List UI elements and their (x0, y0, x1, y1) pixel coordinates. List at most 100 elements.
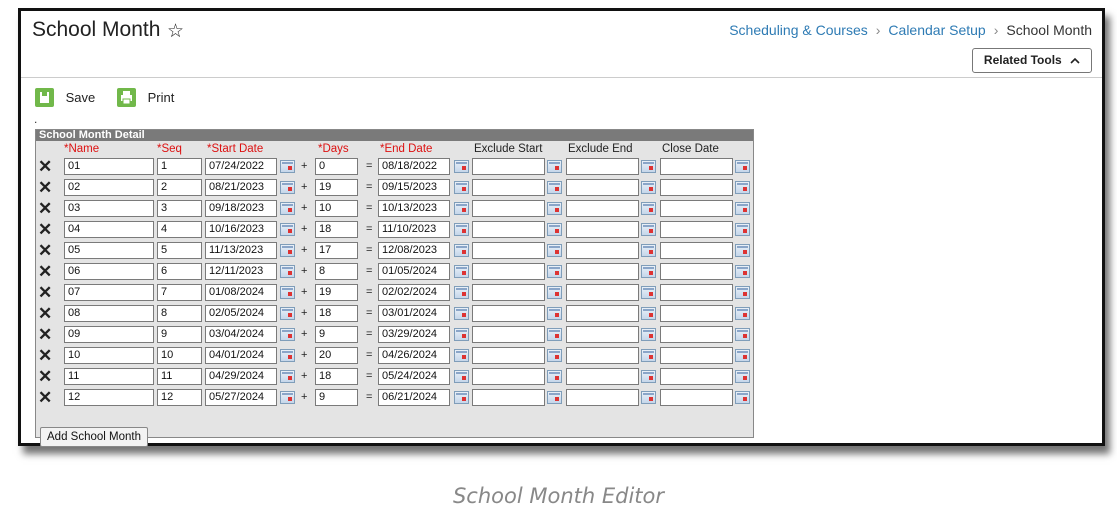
exclude-start-field[interactable] (472, 263, 545, 280)
days-field[interactable]: 19 (315, 284, 358, 301)
end-date-field[interactable]: 10/13/2023 (378, 200, 450, 217)
name-field[interactable]: 01 (64, 158, 154, 175)
days-field[interactable]: 8 (315, 263, 358, 280)
calendar-icon[interactable] (454, 160, 469, 173)
close-date-field[interactable] (660, 179, 733, 196)
seq-field[interactable]: 12 (157, 389, 202, 406)
calendar-icon[interactable] (280, 391, 295, 404)
exclude-end-field[interactable] (566, 179, 639, 196)
seq-field[interactable]: 7 (157, 284, 202, 301)
start-date-field[interactable]: 09/18/2023 (205, 200, 277, 217)
exclude-end-field[interactable] (566, 284, 639, 301)
calendar-icon[interactable] (454, 307, 469, 320)
name-field[interactable]: 06 (64, 263, 154, 280)
start-date-field[interactable]: 11/13/2023 (205, 242, 277, 259)
calendar-icon[interactable] (547, 328, 562, 341)
calendar-icon[interactable] (280, 160, 295, 173)
calendar-icon[interactable] (735, 265, 750, 278)
calendar-icon[interactable] (735, 307, 750, 320)
calendar-icon[interactable] (735, 286, 750, 299)
exclude-start-field[interactable] (472, 179, 545, 196)
calendar-icon[interactable] (547, 370, 562, 383)
close-date-field[interactable] (660, 200, 733, 217)
calendar-icon[interactable] (641, 328, 656, 341)
end-date-field[interactable]: 01/05/2024 (378, 263, 450, 280)
calendar-icon[interactable] (641, 160, 656, 173)
days-field[interactable]: 18 (315, 368, 358, 385)
start-date-field[interactable]: 08/21/2023 (205, 179, 277, 196)
days-field[interactable]: 18 (315, 221, 358, 238)
exclude-start-field[interactable] (472, 347, 545, 364)
start-date-field[interactable]: 10/16/2023 (205, 221, 277, 238)
close-date-field[interactable] (660, 389, 733, 406)
exclude-end-field[interactable] (566, 200, 639, 217)
calendar-icon[interactable] (735, 244, 750, 257)
calendar-icon[interactable] (641, 307, 656, 320)
calendar-icon[interactable] (547, 160, 562, 173)
calendar-icon[interactable] (454, 391, 469, 404)
delete-x-icon[interactable]: ✕ (38, 178, 52, 197)
exclude-end-field[interactable] (566, 221, 639, 238)
days-field[interactable]: 18 (315, 305, 358, 322)
end-date-field[interactable]: 05/24/2024 (378, 368, 450, 385)
star-icon[interactable]: ☆ (167, 20, 184, 43)
seq-field[interactable]: 10 (157, 347, 202, 364)
calendar-icon[interactable] (280, 223, 295, 236)
calendar-icon[interactable] (547, 349, 562, 362)
delete-x-icon[interactable]: ✕ (38, 346, 52, 365)
calendar-icon[interactable] (735, 391, 750, 404)
calendar-icon[interactable] (547, 181, 562, 194)
calendar-icon[interactable] (454, 370, 469, 383)
calendar-icon[interactable] (641, 244, 656, 257)
calendar-icon[interactable] (280, 349, 295, 362)
calendar-icon[interactable] (547, 307, 562, 320)
related-tools-button[interactable]: Related Tools (972, 48, 1092, 73)
delete-x-icon[interactable]: ✕ (38, 199, 52, 218)
seq-field[interactable]: 5 (157, 242, 202, 259)
close-date-field[interactable] (660, 263, 733, 280)
seq-field[interactable]: 2 (157, 179, 202, 196)
calendar-icon[interactable] (280, 286, 295, 299)
end-date-field[interactable]: 03/29/2024 (378, 326, 450, 343)
days-field[interactable]: 9 (315, 326, 358, 343)
days-field[interactable]: 17 (315, 242, 358, 259)
end-date-field[interactable]: 02/02/2024 (378, 284, 450, 301)
name-field[interactable]: 08 (64, 305, 154, 322)
seq-field[interactable]: 8 (157, 305, 202, 322)
calendar-icon[interactable] (280, 307, 295, 320)
exclude-start-field[interactable] (472, 200, 545, 217)
delete-x-icon[interactable]: ✕ (38, 367, 52, 386)
save-button[interactable]: Save (35, 88, 95, 108)
name-field[interactable]: 12 (64, 389, 154, 406)
end-date-field[interactable]: 11/10/2023 (378, 221, 450, 238)
calendar-icon[interactable] (454, 244, 469, 257)
delete-x-icon[interactable]: ✕ (38, 241, 52, 260)
days-field[interactable]: 10 (315, 200, 358, 217)
exclude-end-field[interactable] (566, 263, 639, 280)
calendar-icon[interactable] (280, 328, 295, 341)
close-date-field[interactable] (660, 284, 733, 301)
exclude-start-field[interactable] (472, 368, 545, 385)
close-date-field[interactable] (660, 221, 733, 238)
exclude-end-field[interactable] (566, 368, 639, 385)
exclude-end-field[interactable] (566, 389, 639, 406)
days-field[interactable]: 0 (315, 158, 358, 175)
delete-x-icon[interactable]: ✕ (38, 388, 52, 407)
days-field[interactable]: 20 (315, 347, 358, 364)
calendar-icon[interactable] (547, 202, 562, 215)
calendar-icon[interactable] (454, 202, 469, 215)
close-date-field[interactable] (660, 242, 733, 259)
calendar-icon[interactable] (641, 391, 656, 404)
seq-field[interactable]: 11 (157, 368, 202, 385)
calendar-icon[interactable] (641, 265, 656, 278)
calendar-icon[interactable] (641, 202, 656, 215)
close-date-field[interactable] (660, 368, 733, 385)
end-date-field[interactable]: 06/21/2024 (378, 389, 450, 406)
exclude-end-field[interactable] (566, 305, 639, 322)
seq-field[interactable]: 9 (157, 326, 202, 343)
exclude-start-field[interactable] (472, 284, 545, 301)
print-button[interactable]: Print (117, 88, 174, 108)
name-field[interactable]: 02 (64, 179, 154, 196)
calendar-icon[interactable] (641, 223, 656, 236)
calendar-icon[interactable] (547, 286, 562, 299)
